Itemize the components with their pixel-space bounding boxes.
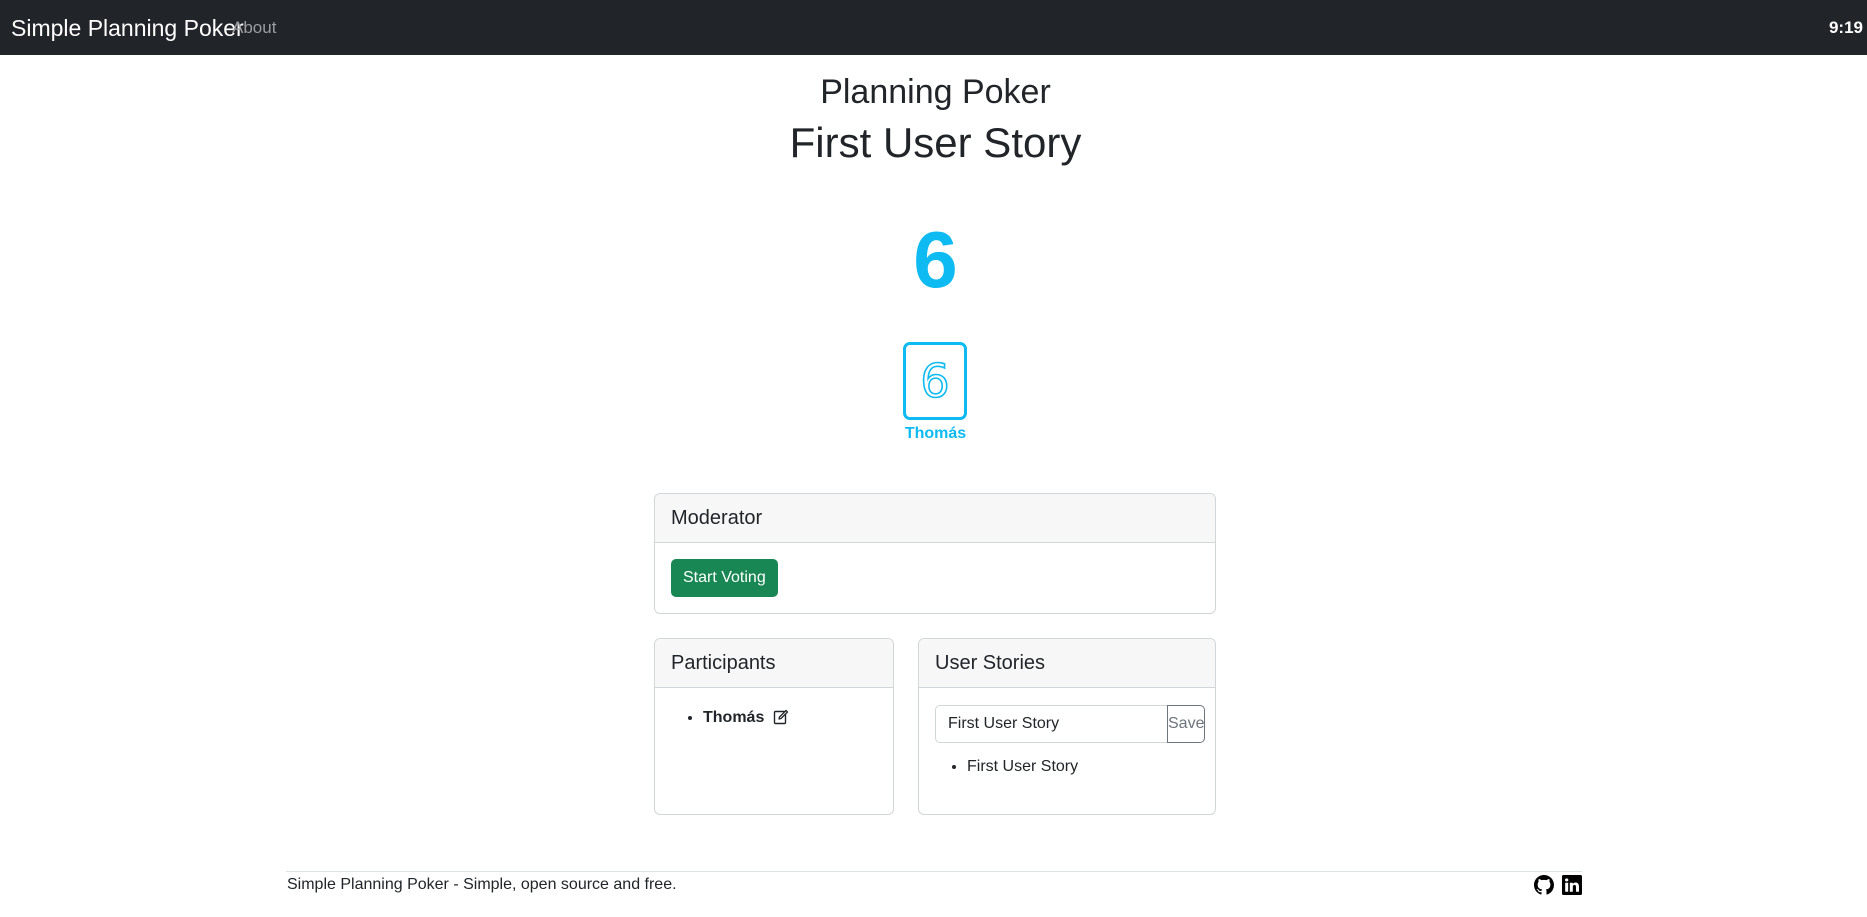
participants-panel: Participants Thomás [654,638,894,815]
participants-list: Thomás [671,706,877,733]
story-input-group: Save [935,705,1206,743]
participants-header: Participants [655,639,893,688]
clock: 9:19 [1828,18,1863,37]
voter-name: Thomás [904,425,967,442]
vote-card-value: 6 [920,354,951,408]
brand-link[interactable]: Simple Planning Poker [11,15,244,41]
page-title: Planning Poker [820,73,1051,111]
start-voting-button[interactable]: Start Voting [671,559,778,597]
linkedin-icon[interactable] [1562,875,1582,895]
github-icon[interactable] [1534,875,1554,895]
user-stories-list: First User Story [935,755,1199,779]
participants-body: Thomás [655,688,893,749]
save-story-button[interactable]: Save [1167,705,1206,743]
top-navbar: Simple Planning Poker About 9:19 [0,0,1867,55]
story-title-input[interactable] [935,705,1167,743]
vote-result: 6 [913,215,958,304]
moderator-panel: Moderator Start Voting [654,493,1216,614]
moderator-header: Moderator [655,494,1215,543]
current-story-title: First User Story [789,119,1082,166]
footer-divider [286,871,1582,872]
participant-name: Thomás [703,709,765,726]
nav-about-link[interactable]: About [232,18,276,38]
edit-name-icon[interactable] [773,709,789,733]
footer-text: Simple Planning Poker - Simple, open sou… [287,876,677,893]
moderator-body: Start Voting [655,543,1215,613]
vote-card: 6 [903,342,967,420]
user-stories-body: Save First User Story [919,688,1215,795]
participant-item: Thomás [703,706,877,733]
user-story-item[interactable]: First User Story [967,755,1199,779]
user-stories-header: User Stories [919,639,1215,688]
footer-icons [1534,875,1582,895]
user-stories-panel: User Stories Save First User Story [918,638,1216,815]
